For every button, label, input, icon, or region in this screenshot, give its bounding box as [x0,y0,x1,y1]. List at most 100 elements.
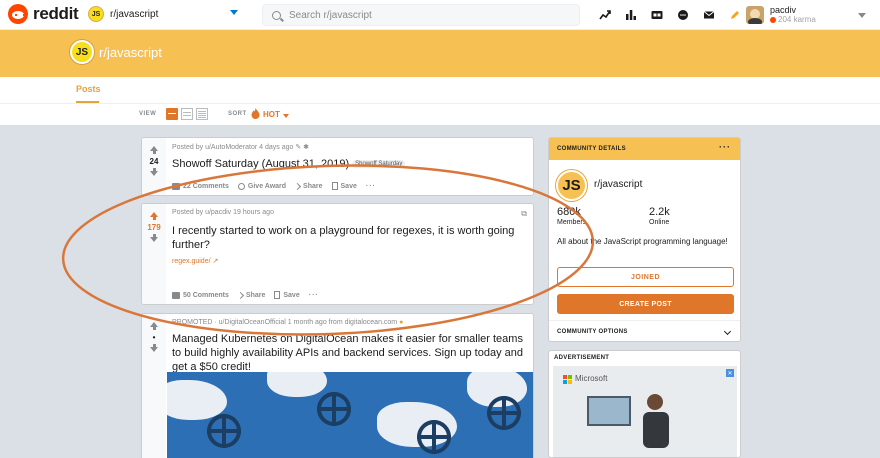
post-title[interactable]: Showoff Saturday (August 31, 2019) Showof… [172,157,527,171]
community-selector[interactable]: JS r/javascript [84,3,244,25]
members-count: 680k [557,206,581,218]
post-card[interactable]: 179 Posted by u/pacdiv 19 hours ago I re… [141,203,534,305]
more-options-button[interactable]: ··· [719,142,731,152]
helm-icon [207,414,241,448]
wordmark: reddit [33,4,79,23]
promoted-image[interactable] [167,372,533,458]
comment-icon [172,182,180,190]
post-card[interactable]: 24 Posted by u/AutoModerator 4 days ago … [141,137,534,196]
cc-icon[interactable] [644,6,670,24]
header-icons [592,6,748,24]
save-icon [274,291,281,299]
comments-button[interactable]: 22 Comments [172,182,229,190]
downvote-icon[interactable] [150,344,158,352]
online-count: 2.2k [649,206,670,218]
community-name[interactable]: r/javascript [594,179,642,190]
snoo-icon [8,4,28,24]
post-title[interactable]: I recently started to work on a playgrou… [172,224,527,252]
edit-icon[interactable] [722,6,748,24]
user-menu[interactable]: pacdiv 204 karma [746,3,876,27]
downvote-icon[interactable] [150,168,158,176]
comments-button[interactable]: 50 Comments [172,291,229,299]
save-button[interactable]: Save [331,182,357,190]
more-options-button[interactable]: ··· [366,183,376,190]
helm-icon [317,392,351,426]
tab-posts[interactable]: Posts [76,84,101,94]
chevron-down-icon [230,10,238,15]
stats-icon[interactable] [618,6,644,24]
share-button[interactable]: Share [236,291,265,299]
helm-icon [417,420,451,454]
user-karma: 204 karma [770,15,816,25]
create-post-button[interactable]: CREATE POST [557,294,734,314]
external-link-icon[interactable]: ⧉ [521,209,527,219]
reddit-logo[interactable]: reddit [8,4,79,24]
chevron-down-icon [723,327,732,336]
card-view-icon[interactable] [166,108,178,120]
save-icon [331,182,338,190]
promoted-post-card[interactable]: • PROMOTED · u/DigitalOceanOfficial 1 mo… [141,313,534,458]
community-badge-icon: JS [88,6,104,22]
user-name: pacdiv [770,5,797,15]
upvote-icon[interactable] [150,322,158,330]
trending-icon[interactable] [592,6,618,24]
post-actions: 50 Comments Share Save ··· [172,291,328,299]
top-header: reddit JS r/javascript pacdiv [0,0,880,30]
community-options-label: COMMUNITY OPTIONS [557,329,628,335]
post-meta: PROMOTED · u/DigitalOceanOfficial 1 mont… [172,319,404,326]
compact-view-icon[interactable] [196,108,208,120]
post-flair: Showoff Saturday [352,160,406,169]
members-stat: 680k Members [557,206,586,226]
vote-count: • [152,333,156,342]
downvote-icon[interactable] [150,234,158,242]
search-icon [272,10,281,20]
post-title[interactable]: Managed Kubernetes on DigitalOcean makes… [172,332,527,374]
mail-icon[interactable] [696,6,722,24]
sort-label: SORT [228,111,247,117]
view-label: VIEW [139,111,157,117]
save-button[interactable]: Save [274,291,300,299]
share-button[interactable]: Share [294,182,323,190]
search-box[interactable] [262,4,580,26]
karma-icon [770,17,776,23]
external-link-icon: ↗ [212,258,219,265]
flame-icon [251,108,260,119]
classic-view-icon[interactable] [181,108,193,120]
post-link[interactable]: regex.guide/ ↗ [172,257,527,265]
advertisement-card: ADVERTISEMENT Microsoft ✕ [548,350,741,458]
person-illustration [643,394,669,448]
online-stat: 2.2k Online [649,206,670,226]
vote-count: 179 [147,223,161,232]
share-icon [236,291,244,299]
community-badge-icon: JS [556,170,587,201]
vote-column: 179 [142,204,166,304]
members-label: Members [557,219,587,226]
chevron-down-icon [858,13,866,18]
upvote-icon[interactable] [150,212,158,220]
community-options-toggle[interactable]: COMMUNITY OPTIONS [549,320,740,341]
sort-dropdown[interactable]: HOT [263,110,280,119]
microsoft-logo-icon [563,375,572,384]
community-details-heading: COMMUNITY DETAILS [557,146,626,152]
community-details-card: COMMUNITY DETAILS ··· JS r/javascript 68… [548,137,741,342]
close-ad-icon[interactable]: ✕ [726,369,734,377]
community-description: All about the JavaScript programming lan… [557,237,728,246]
more-options-button[interactable]: ··· [309,292,319,299]
upvote-icon[interactable] [150,146,158,154]
online-label: Online [649,219,670,226]
community-selector-label: r/javascript [110,8,159,20]
subreddit-banner: JS r/javascript [0,30,880,77]
laptop-illustration [587,396,631,426]
search-input[interactable] [289,9,569,21]
advertiser-name: Microsoft [575,374,608,383]
post-meta: Posted by u/pacdiv 19 hours ago [172,209,274,216]
chat-icon[interactable] [670,6,696,24]
give-award-button[interactable]: Give Award [237,182,286,190]
sort-bar: VIEW SORT HOT [0,103,880,125]
tab-bar: Posts [0,77,880,103]
comment-icon [172,291,180,299]
advertisement-image[interactable]: Microsoft ✕ [553,366,737,457]
joined-button[interactable]: JOINED [557,267,734,287]
helm-icon [487,396,521,430]
post-actions: 22 Comments Give Award Share Save ··· [172,182,385,190]
